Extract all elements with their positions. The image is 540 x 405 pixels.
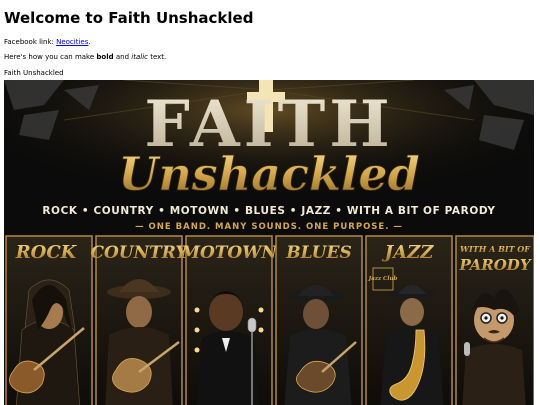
neocities-link[interactable]: Neocities [56, 38, 88, 46]
panel-country-label: COUNTRY [90, 243, 189, 263]
facebook-line: Facebook link: Neocities. [4, 38, 536, 47]
panel-rock-label: ROCK [15, 242, 78, 263]
banner-tagline: — ONE BAND. MANY SOUNDS. ONE PURPOSE. — [135, 222, 403, 232]
format-middle: and [113, 53, 132, 61]
panel-parody-prefix: WITH A BIT OF [460, 244, 531, 254]
italic-text: italic [131, 53, 148, 61]
facebook-label: Facebook link: [4, 38, 57, 46]
format-line: Here's how you can make bold and italic … [4, 53, 536, 62]
format-prefix: Here's how you can make [4, 53, 97, 61]
panel-motown: MOTOWN [180, 235, 278, 405]
panel-blues: BLUES [275, 235, 363, 405]
banner-artwork: FAITH Unshackled ROCK • COUNTRY • MOTOWN… [4, 80, 534, 405]
page-title: Welcome to Faith Unshackled [4, 9, 254, 27]
panel-jazz-label: JAZZ [382, 242, 435, 263]
banner-title-unshackled: Unshackled [118, 147, 420, 201]
facebook-suffix: . [88, 38, 91, 46]
bold-text: bold [96, 53, 114, 61]
panel-blues-label: BLUES [285, 243, 351, 263]
format-suffix: text. [147, 53, 167, 61]
panel-jazz: Jazz Club JAZZ [365, 235, 453, 405]
band-name-text: Faith Unshackled [4, 69, 64, 77]
panel-rock: ROCK [5, 235, 93, 405]
banner-genres-line: ROCK • COUNTRY • MOTOWN • BLUES • JAZZ •… [42, 205, 495, 217]
panel-country: COUNTRY [90, 235, 189, 405]
panel-motown-label: MOTOWN [180, 243, 278, 263]
jazz-club-sign: Jazz Club [368, 276, 398, 282]
page-content: Welcome to Faith Unshackled Facebook lin… [0, 0, 540, 78]
panel-parody-label: PARODY [458, 256, 531, 274]
panel-parody: WITH A BIT OF PARODY [455, 235, 534, 405]
band-banner-image: FAITH Unshackled ROCK • COUNTRY • MOTOWN… [4, 80, 534, 405]
